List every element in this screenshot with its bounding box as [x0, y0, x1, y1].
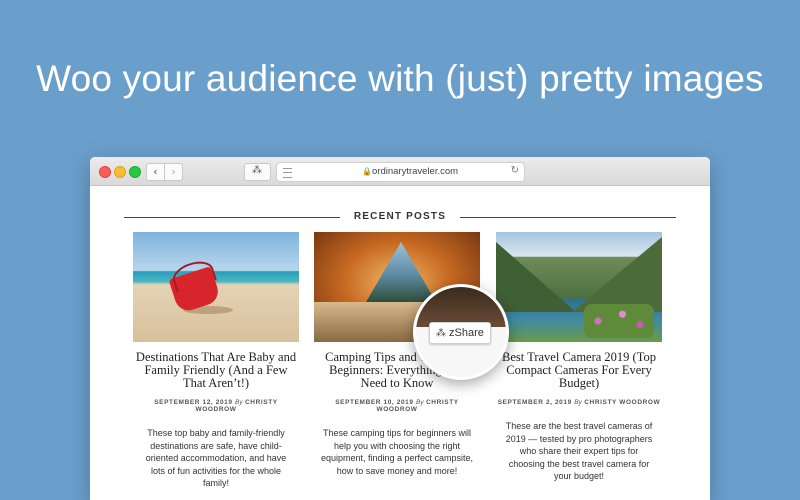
lock-icon: 🔒 — [362, 167, 372, 176]
headline: Woo your audience with (just) pretty ima… — [36, 58, 764, 99]
post-image[interactable] — [496, 232, 662, 342]
post-title[interactable]: Destinations That Are Baby and Family Fr… — [133, 351, 299, 390]
minimize-window-button[interactable] — [114, 166, 126, 178]
zoom-window-button[interactable] — [129, 166, 141, 178]
address-bar[interactable]: 🔒 ordinarytraveler.com ↻ — [276, 162, 525, 182]
post-meta: SEPTEMBER 2, 2019 By CHRISTY WOODROW — [496, 399, 662, 406]
magnified-image — [416, 287, 506, 327]
browser-toolbar: ‹ › ⁂ 🔒 ordinarytraveler.com ↻ — [90, 157, 710, 186]
zshare-icon: ⁂ — [436, 328, 446, 339]
mountain-left — [496, 242, 576, 312]
post-card: Best Travel Camera 2019 (Top Compact Cam… — [496, 232, 662, 483]
post-excerpt: These top baby and family-friendly desti… — [145, 428, 287, 488]
flowers — [584, 304, 654, 338]
zshare-extension-button[interactable]: ⁂ — [244, 163, 271, 181]
post-date: SEPTEMBER 2, 2019 — [497, 399, 572, 406]
post-meta: SEPTEMBER 10, 2019 By CHRISTY WOODROW — [314, 399, 480, 413]
reload-icon[interactable]: ↻ — [511, 165, 519, 176]
url-text: ordinarytraveler.com — [372, 166, 459, 177]
zshare-button[interactable]: ⁂ zShare — [429, 322, 491, 344]
post-by: By — [235, 399, 243, 406]
browser-window: ‹ › ⁂ 🔒 ordinarytraveler.com ↻ RECENT PO… — [90, 157, 710, 500]
reader-icon[interactable] — [283, 168, 292, 178]
post-title[interactable]: Best Travel Camera 2019 (Top Compact Cam… — [496, 351, 662, 390]
post-meta: SEPTEMBER 12, 2019 By CHRISTY WOODROW — [133, 399, 299, 413]
zshare-label: zShare — [449, 327, 484, 339]
post-date: SEPTEMBER 12, 2019 — [154, 399, 233, 406]
forward-button[interactable]: › — [164, 163, 183, 181]
post-excerpt: These are the best travel cameras of 201… — [505, 421, 653, 481]
close-window-button[interactable] — [99, 166, 111, 178]
post-excerpt: These camping tips for beginners will he… — [320, 428, 474, 476]
mountain-right — [572, 237, 662, 312]
zshare-icon: ⁂ — [252, 165, 262, 176]
zshare-magnifier: ⁂ zShare — [413, 284, 509, 380]
post-by: By — [574, 399, 582, 406]
chevron-right-icon: › — [171, 165, 176, 178]
post-author[interactable]: CHRISTY WOODROW — [584, 399, 660, 406]
post-date: SEPTEMBER 10, 2019 — [335, 399, 414, 406]
section-title: RECENT POSTS — [353, 211, 447, 222]
back-button[interactable]: ‹ — [146, 163, 165, 181]
chevron-left-icon: ‹ — [153, 165, 158, 178]
post-card: Destinations That Are Baby and Family Fr… — [133, 232, 299, 490]
post-by: By — [416, 399, 424, 406]
post-image[interactable] — [133, 232, 299, 342]
